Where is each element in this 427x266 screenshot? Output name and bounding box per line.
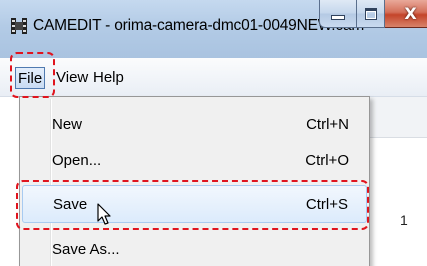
menu-view[interactable]: View [53,67,91,89]
camedit-window: CAMEDIT - orima-camera-dmc01-0049NEW.cam… [0,0,427,266]
menu-item-shortcut: Ctrl+N [306,116,349,133]
file-menu-dropdown: New Ctrl+N Open... Ctrl+O Save Ctrl+S Sa… [19,96,370,266]
menu-item-save[interactable]: Save Ctrl+S [22,185,367,223]
menu-item-shortcut: Ctrl+O [305,152,349,169]
menu-item-new[interactable]: New Ctrl+N [22,108,367,142]
minimize-button[interactable] [319,0,357,28]
close-icon: X [404,4,417,23]
title-bar[interactable]: CAMEDIT - orima-camera-dmc01-0049NEW.cam… [0,0,427,58]
maximize-button[interactable] [357,0,385,28]
menu-item-label: Open... [52,152,102,169]
window-title: CAMEDIT - orima-camera-dmc01-0049NEW.cam [33,17,365,34]
menu-bar: File View Help [0,58,427,97]
menu-item-label: Save As... [52,241,120,258]
mouse-cursor-icon [97,203,111,225]
menu-file[interactable]: File [15,67,45,89]
grid-cell-value: 1 [400,212,408,228]
menu-item-open[interactable]: Open... Ctrl+O [22,144,367,178]
menu-help[interactable]: Help [90,67,127,89]
camera-app-icon [11,18,27,34]
minimize-icon [331,15,345,20]
menu-item-save-as[interactable]: Save As... [22,233,367,266]
menu-item-label: New [52,116,83,133]
close-button[interactable]: X [385,0,427,28]
menu-item-shortcut: Ctrl+S [305,196,348,213]
caption-buttons: X [319,0,427,28]
maximize-icon [364,7,377,20]
menu-item-label: Save [53,196,88,213]
